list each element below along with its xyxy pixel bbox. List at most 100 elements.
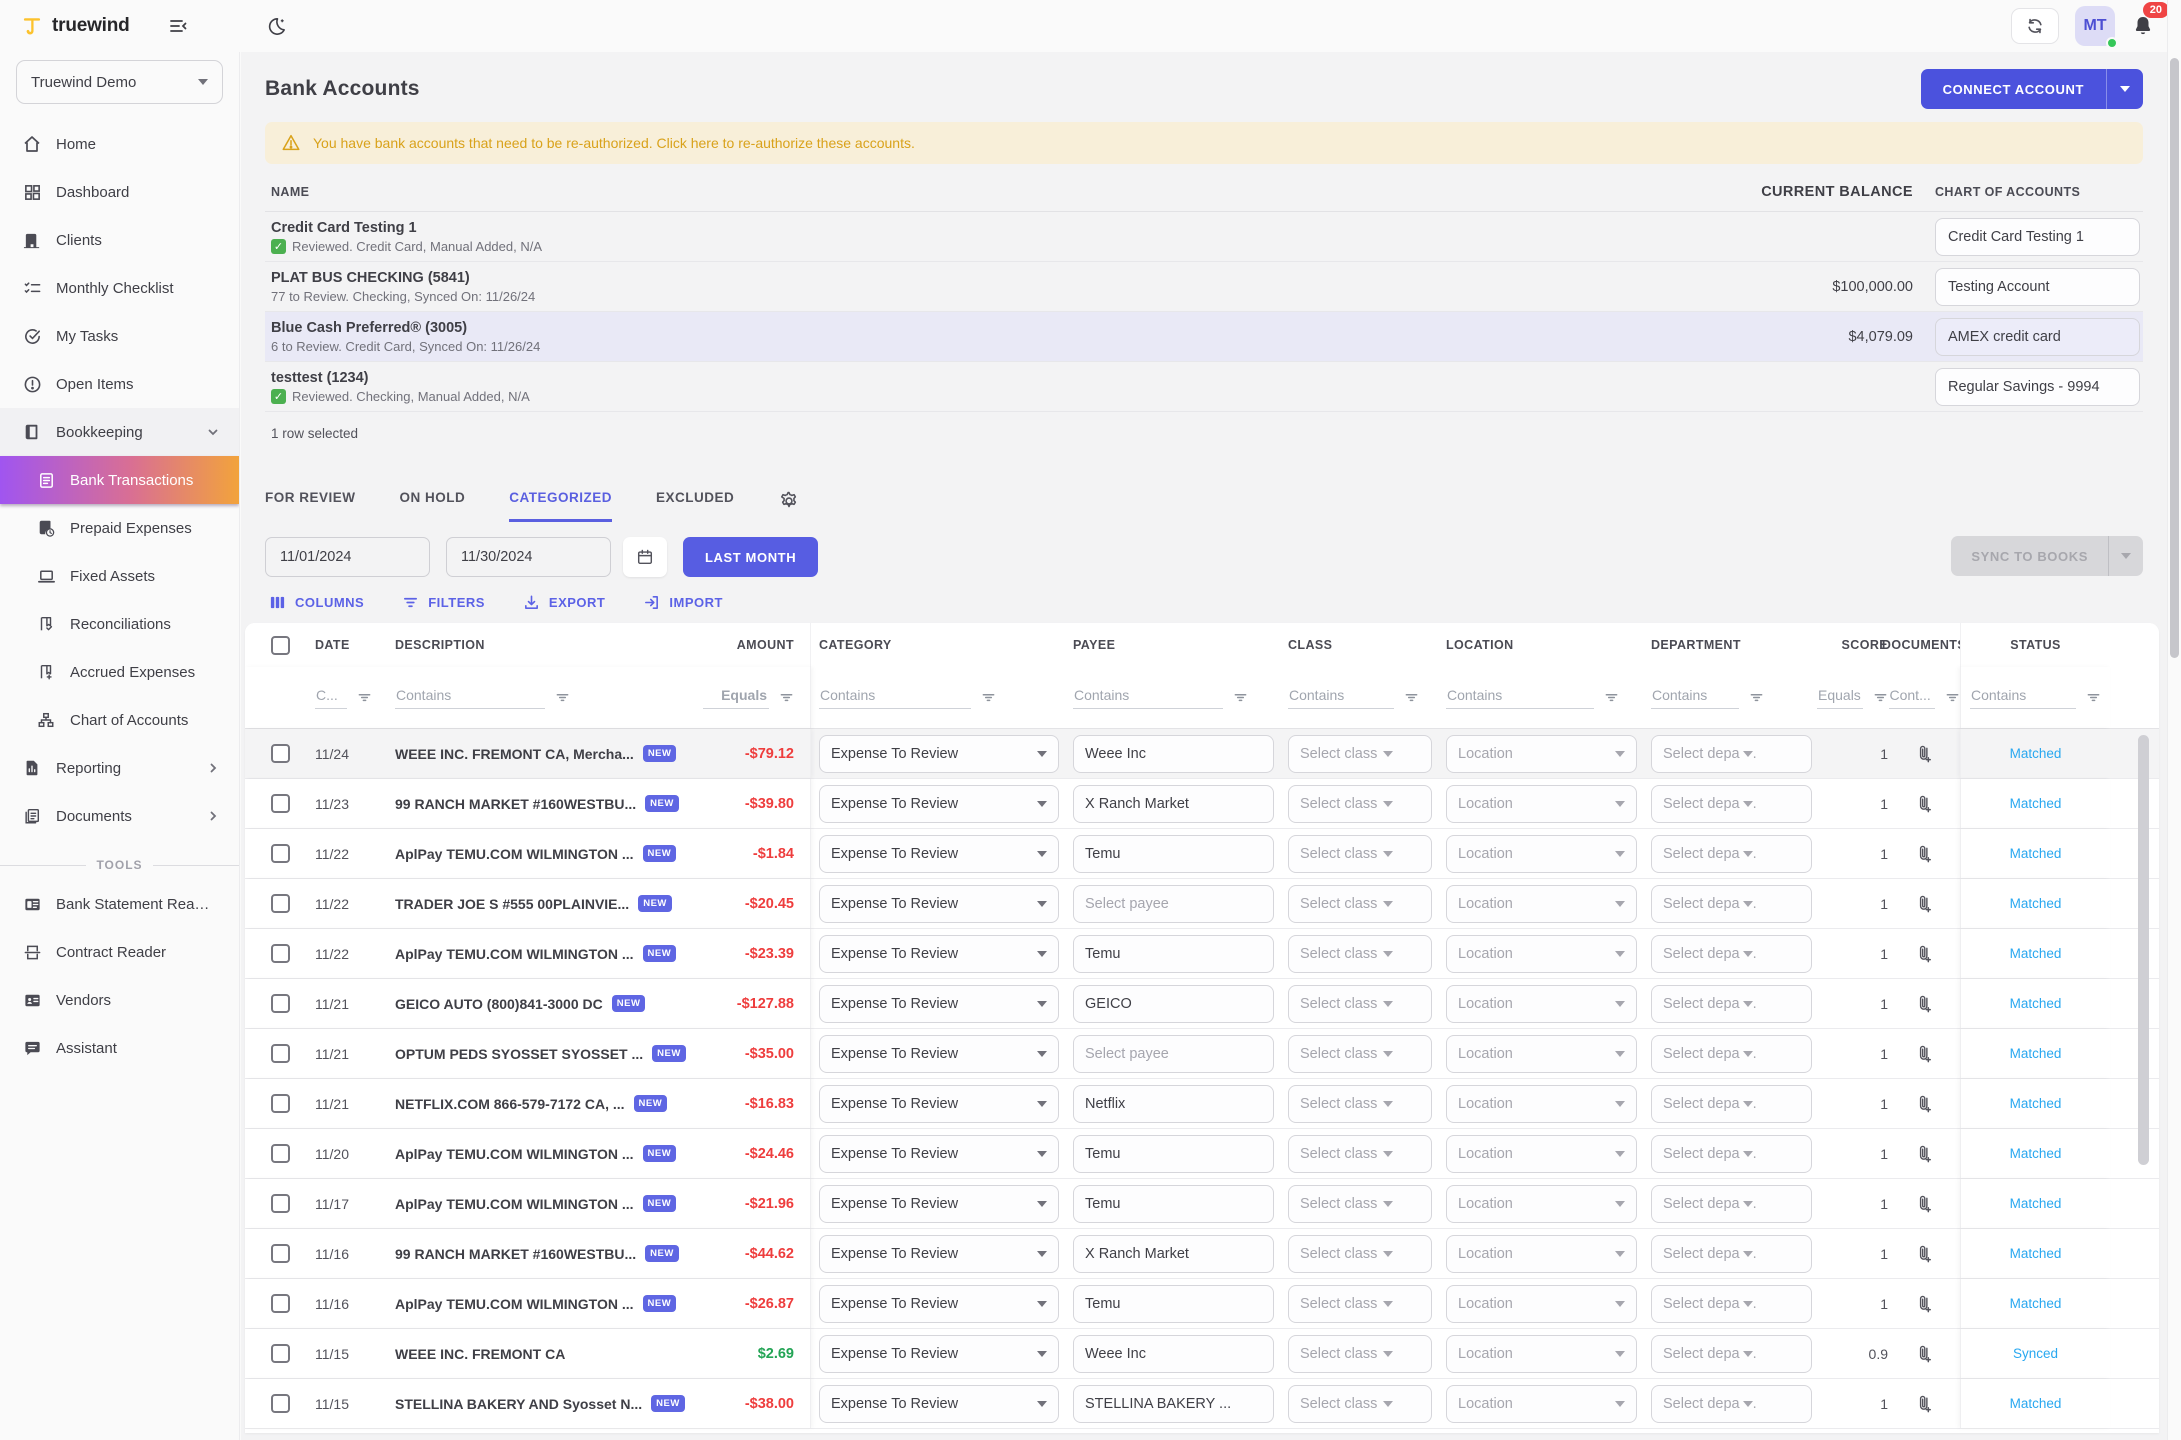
page-scrollbar[interactable] — [2167, 0, 2181, 1440]
attach-document-button[interactable] — [1888, 943, 1960, 964]
sidebar-item-documents[interactable]: Documents — [0, 792, 239, 840]
status-link[interactable]: Matched — [2010, 1196, 2062, 1211]
connect-account-dropdown[interactable] — [2106, 69, 2143, 109]
description-filter-input[interactable]: Contains — [395, 687, 545, 709]
department-select[interactable]: Select depa. — [1651, 1285, 1812, 1323]
class-select[interactable]: Select class — [1288, 1035, 1432, 1073]
row-checkbox[interactable] — [271, 794, 290, 813]
connect-account-button[interactable]: CONNECT ACCOUNT — [1921, 69, 2143, 109]
location-select[interactable]: Location — [1446, 785, 1637, 823]
department-select[interactable]: Select depa. — [1651, 1085, 1812, 1123]
payee-input[interactable]: Select payee — [1073, 885, 1274, 923]
sidebar-item-bank-transactions[interactable]: Bank Transactions — [0, 456, 239, 504]
last-month-button[interactable]: LAST MONTH — [683, 537, 818, 577]
filter-menu-icon[interactable] — [1945, 690, 1960, 705]
status-link[interactable]: Synced — [2013, 1346, 2058, 1361]
payee-input[interactable]: Temu — [1073, 1135, 1274, 1173]
category-select[interactable]: Expense To Review — [819, 1135, 1059, 1173]
attach-document-button[interactable] — [1888, 1193, 1960, 1214]
location-select[interactable]: Location — [1446, 1085, 1637, 1123]
department-select[interactable]: Select depa. — [1651, 1335, 1812, 1373]
sync-dropdown[interactable] — [2108, 536, 2143, 576]
department-select[interactable]: Select depa. — [1651, 785, 1812, 823]
sidebar-item-monthly-checklist[interactable]: Monthly Checklist — [0, 264, 239, 312]
score-filter-input[interactable]: Equals — [1817, 687, 1863, 709]
import-button[interactable]: IMPORT — [643, 594, 723, 611]
columns-button[interactable]: COLUMNS — [269, 594, 364, 611]
location-select[interactable]: Location — [1446, 1135, 1637, 1173]
category-select[interactable]: Expense To Review — [819, 835, 1059, 873]
status-link[interactable]: Matched — [2010, 746, 2062, 761]
reauthorize-warning-banner[interactable]: You have bank accounts that need to be r… — [265, 122, 2143, 164]
attach-document-button[interactable] — [1888, 893, 1960, 914]
chart-of-accounts-select[interactable]: AMEX credit card — [1935, 318, 2140, 356]
department-select[interactable]: Select depa. — [1651, 1185, 1812, 1223]
sidebar-item-chart-of-accounts[interactable]: Chart of Accounts — [0, 696, 239, 744]
attach-document-button[interactable] — [1888, 1293, 1960, 1314]
sidebar-item-vendors[interactable]: Vendors — [0, 976, 239, 1024]
class-select[interactable]: Select class — [1288, 1135, 1432, 1173]
sidebar-item-dashboard[interactable]: Dashboard — [0, 168, 239, 216]
location-select[interactable]: Location — [1446, 1035, 1637, 1073]
sidebar-item-home[interactable]: Home — [0, 120, 239, 168]
filters-button[interactable]: FILTERS — [402, 594, 485, 611]
attach-document-button[interactable] — [1888, 1143, 1960, 1164]
location-select[interactable]: Location — [1446, 735, 1637, 773]
row-checkbox[interactable] — [271, 1094, 290, 1113]
sync-to-books-button[interactable]: SYNC TO BOOKS — [1951, 536, 2143, 576]
row-checkbox[interactable] — [271, 1194, 290, 1213]
bank-account-row[interactable]: Credit Card Testing 1 ✓Reviewed. Credit … — [265, 212, 2143, 262]
date-filter-input[interactable]: C... — [315, 687, 347, 709]
category-select[interactable]: Expense To Review — [819, 885, 1059, 923]
sidebar-item-my-tasks[interactable]: My Tasks — [0, 312, 239, 360]
department-select[interactable]: Select depa. — [1651, 735, 1812, 773]
row-checkbox[interactable] — [271, 1244, 290, 1263]
payee-filter-input[interactable]: Contains — [1073, 687, 1223, 709]
sidebar-item-reconciliations[interactable]: Reconciliations — [0, 600, 239, 648]
location-select[interactable]: Location — [1446, 935, 1637, 973]
tab-on-hold[interactable]: ON HOLD — [400, 490, 466, 522]
sidebar-item-bookkeeping[interactable]: Bookkeeping — [0, 408, 239, 456]
dark-mode-moon-icon[interactable] — [266, 16, 287, 37]
table-vertical-scrollbar[interactable] — [2138, 735, 2149, 1427]
payee-input[interactable]: Weee Inc — [1073, 735, 1274, 773]
row-checkbox[interactable] — [271, 944, 290, 963]
category-select[interactable]: Expense To Review — [819, 1335, 1059, 1373]
sidebar-item-clients[interactable]: Clients — [0, 216, 239, 264]
category-select[interactable]: Expense To Review — [819, 1035, 1059, 1073]
documents-filter-input[interactable]: Cont... — [1889, 687, 1935, 709]
department-select[interactable]: Select depa. — [1651, 1385, 1812, 1423]
sidebar-item-reporting[interactable]: Reporting — [0, 744, 239, 792]
start-date-input[interactable]: 11/01/2024 — [265, 537, 430, 577]
sidebar-item-fixed-assets[interactable]: Fixed Assets — [0, 552, 239, 600]
class-select[interactable]: Select class — [1288, 1185, 1432, 1223]
amount-filter-input[interactable]: Equals — [703, 687, 769, 709]
class-select[interactable]: Select class — [1288, 1385, 1432, 1423]
status-link[interactable]: Matched — [2010, 946, 2062, 961]
attach-document-button[interactable] — [1888, 1093, 1960, 1114]
status-link[interactable]: Matched — [2010, 1246, 2062, 1261]
category-select[interactable]: Expense To Review — [819, 985, 1059, 1023]
payee-input[interactable]: X Ranch Market — [1073, 785, 1274, 823]
payee-input[interactable]: GEICO — [1073, 985, 1274, 1023]
attach-document-button[interactable] — [1888, 743, 1960, 764]
chart-of-accounts-select[interactable]: Credit Card Testing 1 — [1935, 218, 2140, 256]
class-select[interactable]: Select class — [1288, 1285, 1432, 1323]
status-link[interactable]: Matched — [2010, 1046, 2062, 1061]
row-checkbox[interactable] — [271, 1044, 290, 1063]
status-filter-input[interactable]: Contains — [1970, 687, 2076, 709]
status-link[interactable]: Matched — [2010, 1296, 2062, 1311]
location-select[interactable]: Location — [1446, 885, 1637, 923]
row-checkbox[interactable] — [271, 744, 290, 763]
category-select[interactable]: Expense To Review — [819, 935, 1059, 973]
sidebar-item-open-items[interactable]: Open Items — [0, 360, 239, 408]
sidebar-item-contract-reader[interactable]: Contract Reader — [0, 928, 239, 976]
filter-menu-icon[interactable] — [555, 690, 570, 705]
tab-categorized[interactable]: CATEGORIZED — [509, 490, 612, 522]
sidebar-collapse-icon[interactable] — [168, 16, 188, 36]
attach-document-button[interactable] — [1888, 1393, 1960, 1414]
class-select[interactable]: Select class — [1288, 1085, 1432, 1123]
end-date-input[interactable]: 11/30/2024 — [446, 537, 611, 577]
category-select[interactable]: Expense To Review — [819, 1235, 1059, 1273]
sidebar-item-bank-statement-reader[interactable]: Bank Statement Reader — [0, 880, 239, 928]
